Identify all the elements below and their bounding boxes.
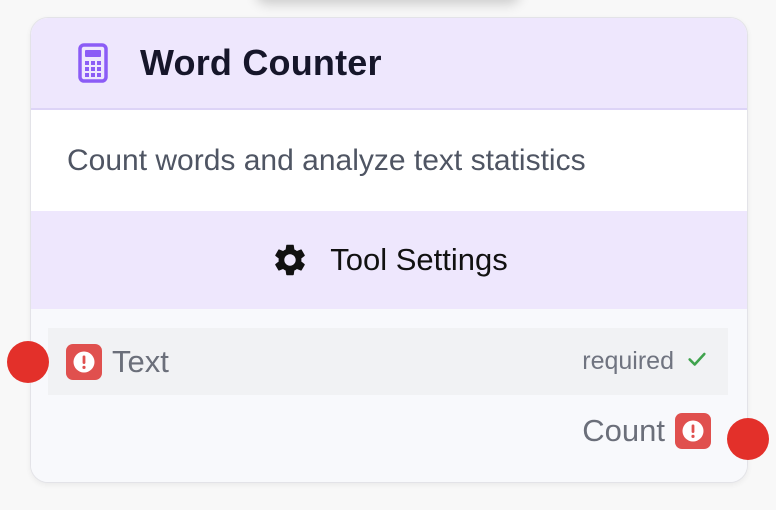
output-row-count[interactable]: Count (582, 409, 711, 453)
alert-icon (675, 413, 711, 449)
tool-settings-button[interactable]: Tool Settings (31, 211, 747, 309)
required-indicator: required (582, 347, 708, 376)
tool-settings-label: Tool Settings (330, 242, 508, 277)
alert-icon (66, 343, 102, 380)
input-row-text[interactable]: Text required (48, 328, 728, 395)
output-label: Count (582, 413, 665, 448)
canvas: Word Counter Count words and analyze tex… (0, 0, 776, 510)
word-counter-node[interactable]: Word Counter Count words and analyze tex… (30, 17, 748, 483)
required-label: required (582, 347, 674, 375)
check-icon (686, 348, 708, 375)
node-header[interactable]: Word Counter (31, 18, 747, 110)
calculator-icon (78, 43, 108, 83)
gear-icon (270, 240, 310, 280)
node-title: Word Counter (140, 42, 382, 83)
input-label: Text (112, 343, 169, 379)
node-description: Count words and analyze text statistics (31, 110, 747, 211)
output-connection-handle[interactable] (727, 418, 769, 460)
io-section: Text required Count (31, 309, 747, 482)
input-connection-handle[interactable] (7, 341, 49, 383)
